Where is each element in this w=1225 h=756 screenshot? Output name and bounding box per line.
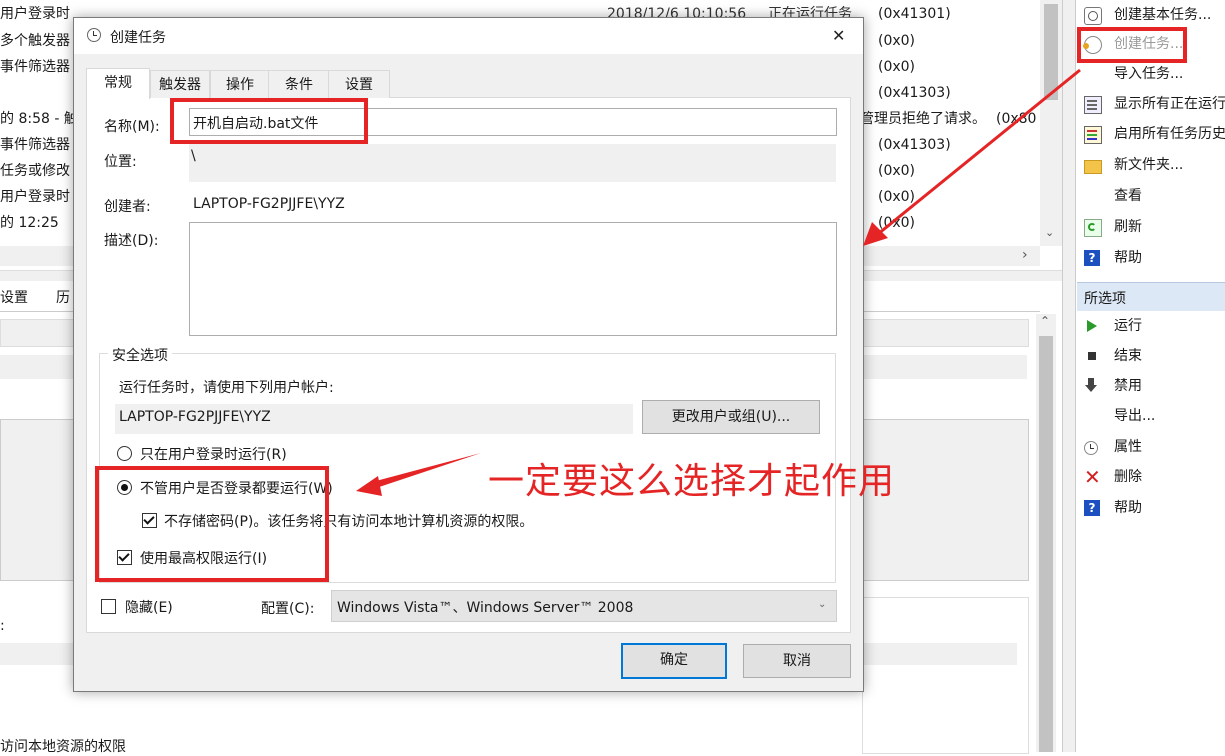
annotation-arrow-create-task [863, 68, 1081, 246]
annotation-arrow-security [356, 453, 481, 496]
annotation-text: 一定要这么选择才起作用 [488, 461, 896, 502]
annotation-arrows [356, 68, 1081, 496]
